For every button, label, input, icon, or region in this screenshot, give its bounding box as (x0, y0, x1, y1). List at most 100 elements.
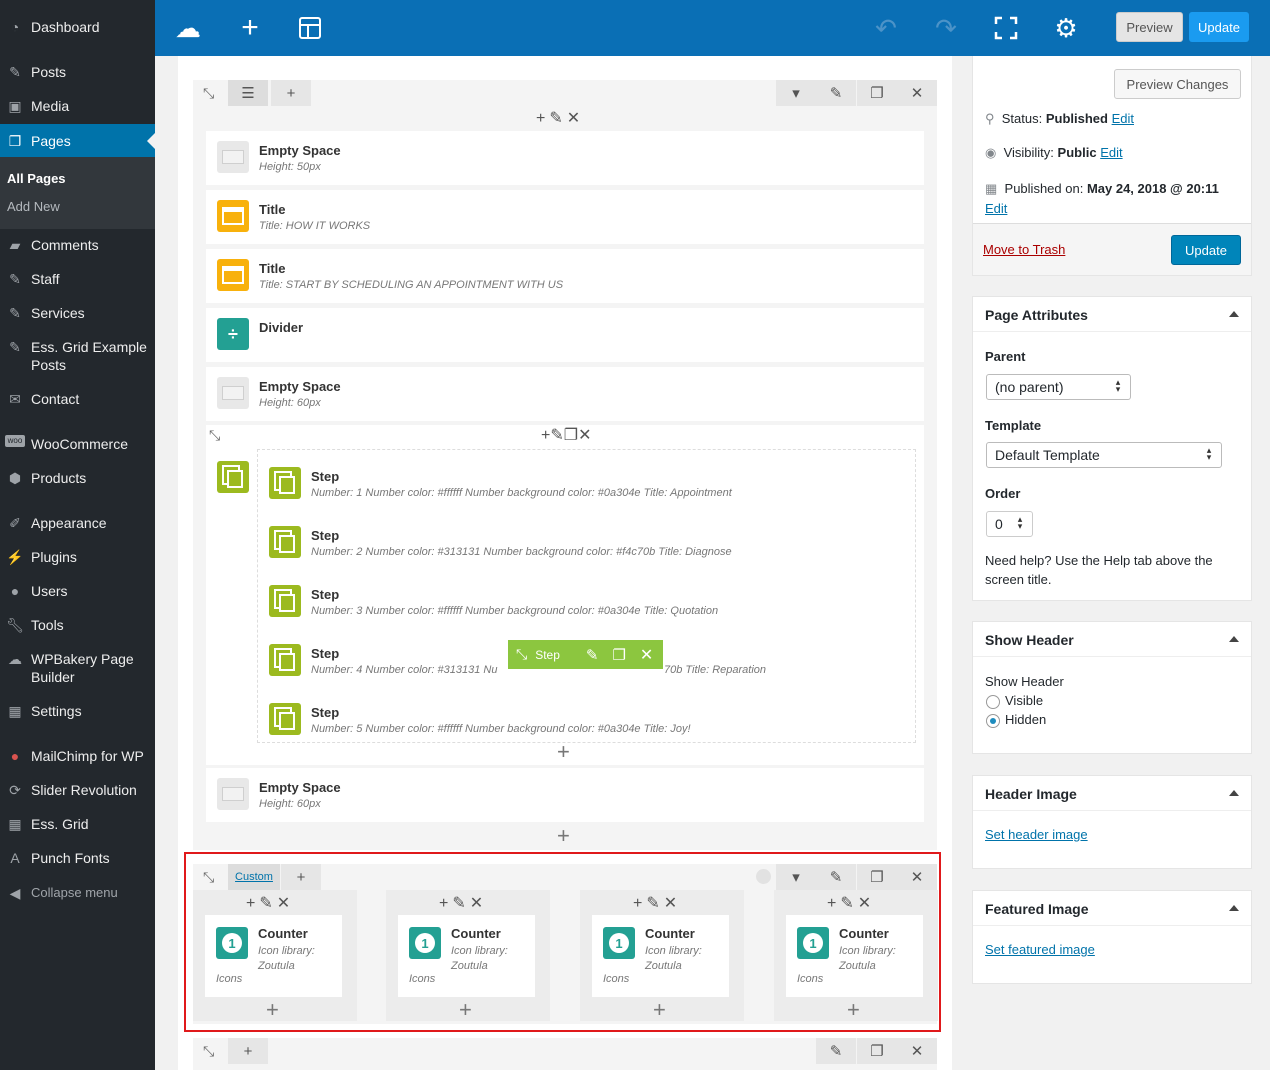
row-expand-icon[interactable]: ⤡ (203, 1043, 214, 1060)
visibility-value: Public (1057, 145, 1097, 160)
submenu-add-new[interactable]: Add New (7, 199, 60, 214)
move-to-trash-link[interactable]: Move to Trash (983, 242, 1065, 257)
pin-icon: ✎ (9, 339, 21, 355)
menu-wpbakery[interactable]: ☁ WPBakery Page Builder (0, 650, 155, 686)
step-clone-icon[interactable]: ❐ (612, 646, 625, 664)
set-header-image-link[interactable]: Set header image (985, 827, 1088, 842)
preview-changes-button[interactable]: Preview Changes (1114, 69, 1241, 99)
row-clone-icon[interactable]: ❐ (857, 80, 897, 106)
element-title[interactable]: Title Title: START BY SCHEDULING AN APPO… (206, 249, 924, 303)
row-add-column-icon[interactable]: + (271, 80, 311, 106)
toggle-up-icon[interactable] (1229, 311, 1239, 317)
menu-woocommerce[interactable]: woo WooCommerce (0, 435, 155, 453)
menu-contact[interactable]: ✉ Contact (0, 390, 155, 408)
menu-label: Products (31, 470, 87, 486)
menu-ess-grid[interactable]: ▦ Ess. Grid (0, 815, 155, 833)
element-params: Title: HOW IT WORKS (259, 220, 371, 232)
row-delete-icon[interactable]: ✕ (897, 80, 937, 106)
menu-label: Plugins (31, 549, 77, 565)
step-item[interactable]: Step Number: 2 Number color: #313131 Num… (258, 516, 908, 570)
row-delete-icon[interactable]: ✕ (897, 1038, 937, 1064)
row-chevron-down-icon[interactable]: ▾ (776, 80, 816, 106)
toggle-up-icon[interactable] (1229, 790, 1239, 796)
step-move-icon[interactable]: ⤡ (516, 646, 527, 663)
menu-plugins[interactable]: ⚡ Plugins (0, 548, 155, 566)
templates-icon[interactable] (295, 13, 325, 43)
undo-icon[interactable]: ↶ (871, 13, 901, 43)
column-controls[interactable]: +✎✕ (536, 108, 584, 128)
add-step-plus-icon[interactable]: + (557, 741, 570, 763)
header-image-header[interactable]: Header Image (973, 776, 1251, 811)
fullscreen-icon[interactable] (991, 13, 1021, 43)
menu-punch-fonts[interactable]: A Punch Fonts (0, 849, 155, 867)
settings-gear-icon[interactable]: ⚙ (1051, 13, 1081, 43)
menu-staff[interactable]: ✎ Staff (0, 270, 155, 288)
menu-tools[interactable]: 🔧︎ Tools (0, 616, 155, 634)
menu-services[interactable]: ✎ Services (0, 304, 155, 322)
radio-visible[interactable] (986, 695, 1000, 709)
add-element-plus-icon[interactable]: + (557, 825, 570, 847)
menu-pages[interactable]: ❐ Pages (0, 124, 155, 158)
status-edit-link[interactable]: Edit (1112, 111, 1134, 126)
menu-appearance[interactable]: ✐ Appearance (0, 514, 155, 532)
published-edit-link[interactable]: Edit (985, 201, 1007, 216)
menu-products[interactable]: ⬢ Products (0, 469, 155, 487)
step-item[interactable]: Step Number: 1 Number color: #ffffff Num… (258, 457, 908, 511)
row-edit-icon[interactable]: ✎ (816, 1038, 856, 1064)
mailchimp-icon: ● (10, 748, 20, 764)
order-input[interactable]: 0 (986, 511, 1033, 537)
step-hover-toolbar[interactable]: ⤡ Step ✎ ❐ ✕ (508, 640, 663, 669)
menu-settings[interactable]: ▦ Settings (0, 702, 155, 720)
step-item[interactable]: Step Number: 3 Number color: #ffffff Num… (258, 575, 908, 629)
element-params: Height: 60px (259, 397, 321, 409)
container-controls[interactable]: +✎❐✕ (541, 425, 592, 445)
element-empty-space[interactable]: Empty Space Height: 50px (206, 131, 924, 185)
step-item[interactable]: Step Number: 5 Number color: #ffffff Num… (258, 693, 908, 747)
element-empty-space[interactable]: Empty Space Height: 60px (206, 768, 924, 822)
wpbakery-logo-icon[interactable]: ☁ (169, 13, 207, 43)
element-empty-space[interactable]: Empty Space Height: 60px (206, 367, 924, 421)
menu-label: WPBakery Page Builder (31, 651, 134, 685)
menu-media[interactable]: ▣ Media (0, 97, 155, 115)
radio-hidden[interactable] (986, 714, 1000, 728)
toggle-up-icon[interactable] (1229, 636, 1239, 642)
menu-slider-revolution[interactable]: ⟳ Slider Revolution (0, 781, 155, 799)
element-divider[interactable]: ÷ Divider (206, 308, 924, 362)
menu-mailchimp[interactable]: ● MailChimp for WP (0, 747, 155, 765)
title-icon (217, 259, 249, 291)
menu-users[interactable]: ● Users (0, 582, 155, 600)
row-add-column-icon[interactable]: + (228, 1038, 268, 1064)
step-icon (269, 467, 301, 499)
container-expand-icon[interactable]: ⤡ (209, 427, 220, 444)
submenu-all-pages[interactable]: All Pages (7, 171, 66, 186)
add-element-icon[interactable]: + (235, 11, 265, 44)
visibility-edit-link[interactable]: Edit (1100, 145, 1122, 160)
template-select[interactable]: Default Template (986, 442, 1222, 468)
step-delete-icon[interactable]: ✕ (640, 645, 653, 665)
show-header-header[interactable]: Show Header (973, 622, 1251, 657)
published-value: May 24, 2018 @ 20:11 (1086, 181, 1219, 196)
set-featured-image-link[interactable]: Set featured image (985, 942, 1095, 957)
step-edit-icon[interactable]: ✎ (586, 646, 599, 664)
update-post-button[interactable]: Update (1171, 235, 1241, 265)
collapse-menu[interactable]: ◀ Collapse menu (0, 884, 155, 902)
box-title: Show Header (985, 632, 1074, 648)
menu-posts[interactable]: ✎ Posts (0, 63, 155, 81)
row-edit-icon[interactable]: ✎ (816, 80, 856, 106)
row-clone-icon[interactable]: ❐ (857, 1038, 897, 1064)
menu-comments[interactable]: ▰ Comments (0, 236, 155, 254)
redo-icon[interactable]: ↷ (931, 13, 961, 43)
menu-dashboard[interactable]: ◔ Dashboard (0, 18, 155, 36)
toggle-up-icon[interactable] (1229, 905, 1239, 911)
parent-select[interactable]: (no parent) (986, 374, 1131, 400)
menu-ess-grid-posts[interactable]: ✎ Ess. Grid Example Posts (0, 338, 155, 374)
featured-image-header[interactable]: Featured Image (973, 891, 1251, 926)
page-attributes-header[interactable]: Page Attributes (973, 297, 1251, 332)
preview-button[interactable]: Preview (1116, 12, 1183, 42)
update-button[interactable]: Update (1189, 12, 1249, 42)
row-layout-handle[interactable]: ☰ (228, 80, 268, 106)
user-icon: ● (10, 583, 20, 599)
status-label: Status: (1001, 111, 1043, 126)
row-expand-icon[interactable]: ⤡ (203, 85, 214, 102)
element-title[interactable]: Title Title: HOW IT WORKS (206, 190, 924, 244)
